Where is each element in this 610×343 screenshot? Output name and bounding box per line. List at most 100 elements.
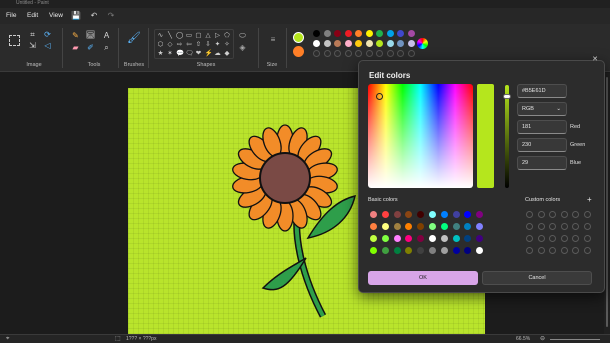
basic-color-swatch[interactable]	[440, 247, 448, 254]
custom-color-slot[interactable]	[583, 235, 591, 242]
shape-option[interactable]: ★	[157, 50, 164, 57]
shape-option[interactable]: 💬	[176, 50, 184, 57]
menu-edit[interactable]: Edit	[27, 11, 38, 21]
basic-color-swatch[interactable]	[464, 211, 472, 218]
shape-option[interactable]: ✧	[224, 41, 231, 48]
palette-swatch[interactable]	[407, 40, 415, 47]
cancel-button[interactable]: Cancel	[482, 271, 592, 285]
color-picker-icon[interactable]: ✐	[86, 43, 95, 52]
fill-icon[interactable]: ⛁	[86, 30, 95, 40]
rotate-icon[interactable]: ⟳	[43, 30, 52, 39]
basic-color-swatch[interactable]	[381, 211, 389, 218]
basic-color-swatch[interactable]	[370, 235, 377, 242]
basic-color-swatch[interactable]	[464, 235, 472, 242]
palette-swatch[interactable]	[355, 40, 362, 47]
pencil-icon[interactable]: ✎	[71, 31, 80, 40]
basic-color-swatch[interactable]	[405, 247, 413, 254]
basic-color-swatch[interactable]	[476, 211, 484, 218]
shape-option[interactable]: ⇧	[195, 41, 202, 48]
basic-color-swatch[interactable]	[429, 211, 436, 218]
basic-color-swatch[interactable]	[429, 247, 436, 254]
value-slider[interactable]	[505, 85, 509, 188]
custom-color-slot[interactable]	[560, 223, 568, 230]
palette-swatch[interactable]	[365, 50, 373, 57]
basic-color-swatch[interactable]	[464, 247, 472, 254]
basic-color-swatch[interactable]	[393, 211, 401, 218]
hex-input[interactable]: #B5E61D	[517, 84, 567, 98]
shape-fill-icon[interactable]: ◈	[238, 43, 247, 52]
basic-color-swatch[interactable]	[476, 247, 484, 254]
basic-color-swatch[interactable]	[452, 235, 460, 242]
shape-option[interactable]: ▢	[195, 32, 202, 39]
color-mode-select[interactable]: RGB ⌄	[517, 102, 567, 116]
flip-icon[interactable]: ◁	[43, 41, 52, 50]
basic-color-swatch[interactable]	[429, 223, 436, 230]
shape-option[interactable]: ⇦	[186, 41, 193, 48]
custom-color-slot[interactable]	[526, 211, 533, 218]
custom-color-slot[interactable]	[537, 247, 545, 254]
palette-swatch[interactable]	[386, 50, 394, 57]
add-custom-color-button[interactable]: +	[587, 195, 592, 204]
select-icon[interactable]	[9, 35, 20, 46]
custom-color-slot[interactable]	[526, 235, 533, 242]
palette-swatch[interactable]	[334, 30, 341, 37]
shape-option[interactable]: ❤	[195, 50, 202, 57]
brush-icon[interactable]: 🖌	[127, 33, 141, 46]
redo-icon[interactable]: ↷	[106, 11, 116, 21]
palette-swatch[interactable]	[397, 30, 404, 37]
palette-swatch[interactable]	[313, 40, 320, 47]
palette-swatch[interactable]	[397, 40, 404, 47]
custom-color-slot[interactable]	[583, 247, 591, 254]
basic-color-swatch[interactable]	[476, 235, 484, 242]
basic-color-swatch[interactable]	[405, 211, 413, 218]
custom-color-slot[interactable]	[549, 247, 556, 254]
edit-colors-icon[interactable]	[417, 38, 428, 49]
basic-color-swatch[interactable]	[417, 211, 425, 218]
basic-color-swatch[interactable]	[393, 247, 401, 254]
palette-swatch[interactable]	[365, 40, 373, 47]
outline-icon[interactable]: ⬭	[238, 31, 247, 40]
shape-option[interactable]: △	[205, 32, 212, 39]
palette-swatch[interactable]	[386, 40, 394, 47]
palette-swatch[interactable]	[323, 40, 331, 47]
shape-option[interactable]: ∿	[157, 32, 164, 39]
shape-option[interactable]: ◇	[167, 41, 174, 48]
value-slider-thumb[interactable]	[503, 94, 511, 99]
custom-color-slot[interactable]	[583, 223, 591, 230]
basic-color-swatch[interactable]	[370, 247, 377, 254]
basic-color-swatch[interactable]	[464, 223, 472, 230]
shape-option[interactable]: ⬡	[157, 41, 164, 48]
zoom-out-icon[interactable]: ⊖	[540, 336, 545, 343]
palette-swatch[interactable]	[344, 40, 352, 47]
shape-option[interactable]: ⇨	[176, 41, 183, 48]
custom-color-slot[interactable]	[549, 235, 556, 242]
palette-swatch[interactable]	[313, 30, 320, 37]
basic-color-swatch[interactable]	[405, 235, 413, 242]
shape-option[interactable]: ▭	[186, 32, 193, 39]
basic-color-swatch[interactable]	[417, 247, 425, 254]
palette-swatch[interactable]	[376, 30, 383, 37]
shape-option[interactable]: ╲	[167, 32, 174, 39]
save-icon[interactable]: 💾	[71, 11, 81, 21]
palette-swatch[interactable]	[355, 50, 362, 57]
text-icon[interactable]: A	[102, 31, 111, 40]
size-icon[interactable]: ≡	[267, 35, 279, 44]
palette-swatch[interactable]	[407, 50, 415, 57]
custom-color-slot[interactable]	[560, 247, 568, 254]
palette-swatch[interactable]	[313, 50, 320, 57]
crop-icon[interactable]: ⌗	[28, 30, 37, 39]
custom-color-slot[interactable]	[560, 211, 568, 218]
custom-color-slot[interactable]	[537, 223, 545, 230]
palette-swatch[interactable]	[323, 50, 331, 57]
palette-swatch[interactable]	[344, 30, 352, 37]
shape-option[interactable]: ◆	[224, 50, 231, 57]
basic-color-swatch[interactable]	[429, 235, 436, 242]
eraser-icon[interactable]: ▰	[71, 43, 80, 52]
custom-color-slot[interactable]	[572, 223, 579, 230]
palette-swatch[interactable]	[386, 30, 394, 37]
blue-input[interactable]: 29	[517, 156, 567, 170]
basic-color-swatch[interactable]	[452, 247, 460, 254]
zoom-level[interactable]: 66.5%	[516, 336, 530, 343]
basic-color-swatch[interactable]	[381, 247, 389, 254]
basic-color-swatch[interactable]	[440, 223, 448, 230]
